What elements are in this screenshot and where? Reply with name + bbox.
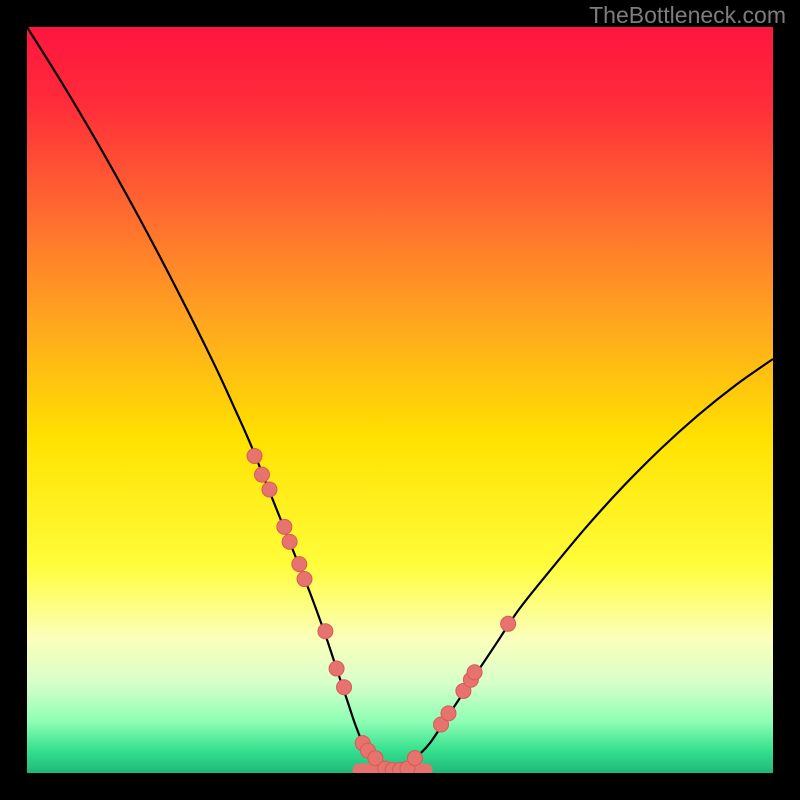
attribution-text: TheBottleneck.com xyxy=(589,2,786,29)
highlight-marker xyxy=(262,482,277,497)
highlight-marker xyxy=(254,467,269,482)
highlight-marker xyxy=(277,519,292,534)
highlight-marker xyxy=(282,534,297,549)
highlight-marker xyxy=(297,572,312,587)
highlight-marker xyxy=(329,661,344,676)
highlight-marker xyxy=(337,680,352,695)
highlight-marker xyxy=(467,665,482,680)
chart-background xyxy=(27,27,773,773)
highlight-marker xyxy=(501,616,516,631)
highlight-marker xyxy=(441,706,456,721)
bottleneck-chart xyxy=(27,27,773,773)
highlight-marker xyxy=(292,557,307,572)
highlight-marker xyxy=(247,448,262,463)
highlight-marker xyxy=(318,624,333,639)
highlight-marker xyxy=(407,751,422,766)
